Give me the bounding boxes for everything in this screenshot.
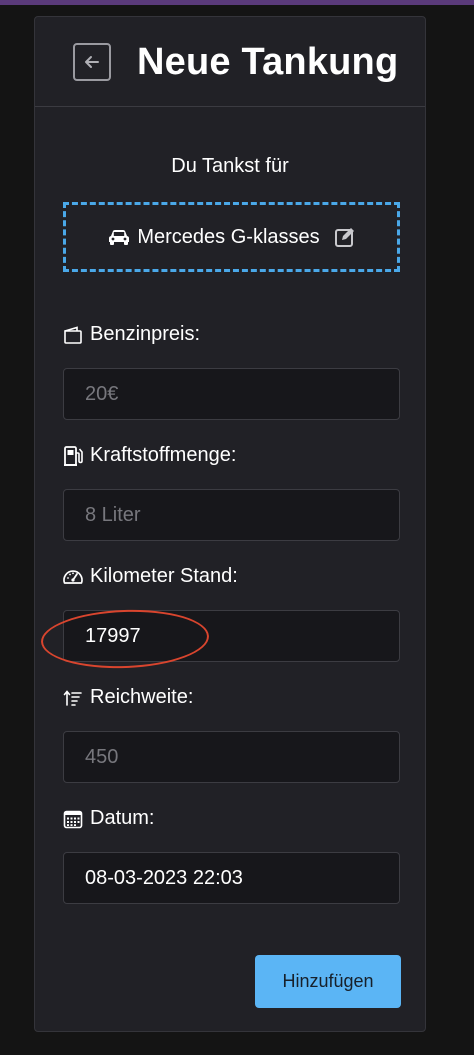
card-header: Neue Tankung [35,17,425,107]
page-title: Neue Tankung [137,41,399,83]
price-label-text: Benzinpreis: [90,323,201,345]
fuel-pump-icon [62,445,84,467]
odometer-input[interactable]: 17997 [63,610,400,662]
fuel-label-text: Kraftstoffmenge: [90,444,237,466]
price-label: Benzinpreis: [62,323,200,346]
vehicle-name: Mercedes G-klasses [137,225,320,248]
add-button[interactable]: Hinzufügen [255,955,401,1008]
vehicle-prompt: Du Tankst für [171,155,289,177]
range-label-text: Reichweite: [90,686,194,708]
date-label: Datum: [62,807,154,830]
back-button[interactable] [73,43,111,81]
sort-ascending-icon [62,687,84,709]
price-input[interactable]: 20€ [63,368,400,420]
range-label: Reichweite: [62,686,193,709]
new-refuel-card: Neue Tankung Du Tankst für Mercedes G-kl… [34,16,426,1032]
arrow-left-icon [85,56,99,68]
speedometer-icon [62,566,84,588]
fuel-label: Kraftstoffmenge: [62,444,236,467]
car-icon [109,230,130,245]
vehicle-selector[interactable]: Mercedes G-klasses [63,202,400,272]
fuel-amount-input[interactable]: 8 Liter [63,489,400,541]
edit-icon[interactable] [334,226,356,248]
date-label-text: Datum: [90,807,155,829]
window-top-bar [0,0,474,5]
odometer-label-text: Kilometer Stand: [90,565,238,587]
wallet-icon [62,324,84,346]
odometer-label: Kilometer Stand: [62,565,238,588]
date-input[interactable]: 08-03-2023 22:03 [63,852,400,904]
range-input[interactable]: 450 [63,731,400,783]
calendar-icon [62,808,84,830]
